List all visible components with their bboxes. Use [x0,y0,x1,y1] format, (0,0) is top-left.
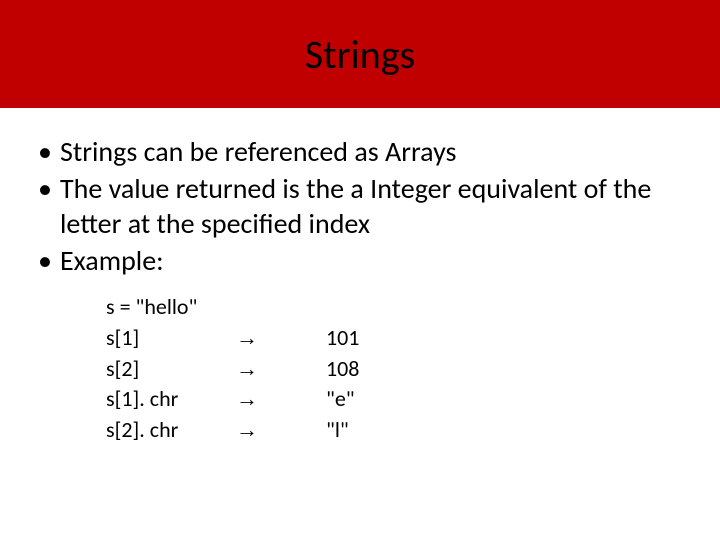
slide-title: Strings [305,30,415,79]
title-bar: Strings [0,0,720,108]
bullet-item: Strings can be referenced as Arrays [36,134,684,169]
example-init-row: s = "hello" [106,292,684,323]
example-row: s[2]. chr → "l" [106,415,684,446]
slide-body: Strings can be referenced as Arrays The … [0,108,720,446]
arrow-icon: → [236,323,326,354]
example-value: 101 [326,323,446,354]
code-example: s = "hello" s[1] → 101 s[2] → 108 s[1]. … [106,292,684,446]
slide: Strings Strings can be referenced as Arr… [0,0,720,540]
example-row: s[2] → 108 [106,354,684,385]
example-value: "l" [326,415,446,446]
example-init: s = "hello" [106,292,236,323]
bullet-item: Example: [36,243,684,278]
example-row: s[1]. chr → "e" [106,384,684,415]
arrow-icon: → [236,415,326,446]
bullet-list: Strings can be referenced as Arrays The … [36,134,684,278]
example-expr: s[2]. chr [106,415,236,446]
example-expr: s[1]. chr [106,384,236,415]
example-value: "e" [326,384,446,415]
example-expr: s[1] [106,323,236,354]
arrow-icon: → [236,354,326,385]
example-expr: s[2] [106,354,236,385]
arrow-icon: → [236,384,326,415]
bullet-item: The value returned is the a Integer equi… [36,171,684,241]
example-value: 108 [326,354,446,385]
example-row: s[1] → 101 [106,323,684,354]
